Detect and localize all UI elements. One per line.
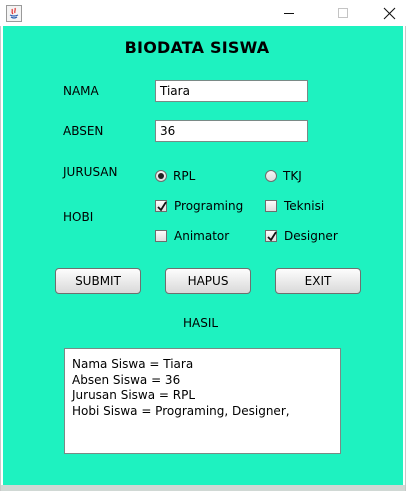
form-title: BIODATA SISWA [124,38,270,57]
checkbox-teknisi-label: Teknisi [284,199,325,213]
radio-tkj[interactable]: TKJ [265,167,302,185]
maximize-button[interactable] [320,0,366,26]
checkbox-designer-box[interactable] [265,230,277,242]
nama-label: NAMA [63,84,99,98]
checkbox-teknisi-box[interactable] [265,200,277,212]
submit-button[interactable]: SUBMIT [55,268,141,294]
checkbox-animator-box[interactable] [155,230,167,242]
hasil-line-jurusan: Jurusan Siswa = RPL [72,388,196,402]
radio-rpl[interactable]: RPL [155,167,195,185]
absen-field[interactable]: 36 [155,120,308,142]
maximize-icon [338,8,348,18]
minimize-button[interactable] [266,0,312,26]
check-icon [267,231,277,242]
checkbox-programing-box[interactable] [155,200,167,212]
checkbox-animator[interactable]: Animator [155,227,229,245]
checkbox-teknisi[interactable]: Teknisi [265,197,324,215]
radio-rpl-indicator[interactable] [155,170,167,182]
hapus-button[interactable]: HAPUS [165,268,251,294]
checkbox-programing[interactable]: Programing [155,197,243,215]
hasil-line-absen: Absen Siswa = 36 [72,372,181,387]
radio-rpl-label: RPL [173,169,196,183]
jurusan-label: JURUSAN [63,165,118,179]
checkbox-programing-label: Programing [174,199,244,213]
hasil-line-nama: Nama Siswa = Tiara [72,357,194,371]
close-button[interactable] [366,0,406,26]
java-app-icon [6,5,22,22]
checkbox-designer[interactable]: Designer [265,227,338,245]
absen-label: ABSEN [63,124,104,138]
title-bar [0,0,406,26]
radio-tkj-indicator[interactable] [265,170,277,182]
close-icon [383,7,395,19]
hasil-textarea[interactable]: Nama Siswa = Tiara Absen Siswa = 36 Juru… [64,348,341,454]
window-border-bottom [1,485,405,491]
hasil-label: HASIL [183,316,219,330]
check-icon [157,201,167,212]
hasil-line-hobi: Hobi Siswa = Programing, Designer, [72,403,290,418]
checkbox-designer-label: Designer [284,229,338,243]
checkbox-animator-label: Animator [174,229,230,243]
radio-tkj-label: TKJ [283,169,302,183]
nama-field[interactable]: Tiara [155,80,308,102]
window-border-left [0,26,1,491]
hobi-label: HOBI [63,210,94,224]
exit-button[interactable]: EXIT [275,268,361,294]
minimize-icon [284,13,294,14]
